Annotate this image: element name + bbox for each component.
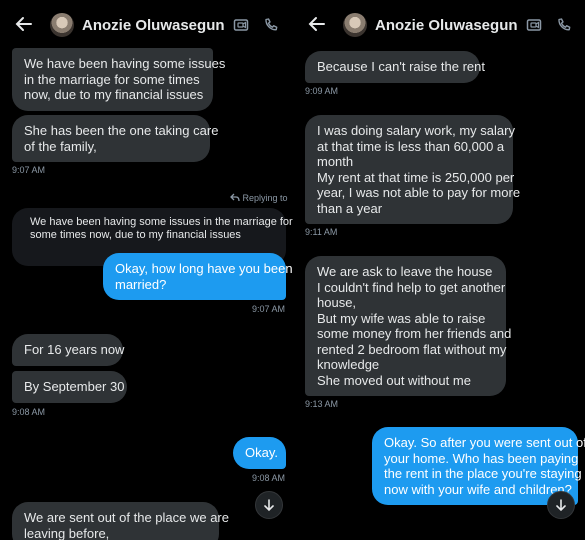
timestamp: 9:08 AM bbox=[12, 407, 46, 417]
message-bubble[interactable]: I was doing salary work, my salary at th… bbox=[305, 115, 521, 224]
message-bubble[interactable]: We have been having some issues in the m… bbox=[12, 48, 226, 111]
timestamp: 9:07 AM bbox=[12, 165, 46, 175]
avatar[interactable] bbox=[50, 13, 74, 37]
message-text: Because I can't raise the rent bbox=[317, 59, 485, 74]
message-bubble[interactable]: Okay. So after you were sent out of your… bbox=[372, 427, 585, 505]
chat-header: Anozie Oluwasegun bbox=[0, 0, 293, 48]
quote-text: some times now, due to my financial issu… bbox=[30, 229, 241, 241]
phone-icon[interactable] bbox=[556, 17, 572, 33]
message-text: Okay. bbox=[245, 445, 278, 460]
message-text: leaving before, bbox=[24, 525, 110, 540]
replying-to-label: Replying to bbox=[230, 193, 288, 203]
video-call-icon[interactable] bbox=[233, 17, 249, 33]
message-bubble[interactable]: For 16 years now bbox=[12, 334, 125, 366]
message-bubble[interactable]: She has been the one taking care of the … bbox=[12, 115, 219, 162]
message-text: Okay, how long have you been bbox=[115, 261, 293, 276]
timestamp: 9:11 AM bbox=[305, 227, 338, 237]
message-text: rented 2 bedroom flat without my bbox=[317, 341, 507, 357]
message-bubble[interactable]: By September 30 bbox=[12, 371, 127, 403]
reply-arrow-icon bbox=[230, 193, 240, 202]
message-text: house, bbox=[317, 295, 357, 310]
message-text: I was doing salary work, my salary bbox=[317, 123, 515, 138]
message-text: in the marriage for some times bbox=[24, 71, 200, 87]
timestamp: 9:08 AM bbox=[252, 473, 286, 483]
message-text: Okay. So after you were sent out of bbox=[384, 435, 585, 450]
chevron-down-icon bbox=[264, 499, 274, 512]
message-text: She has been the one taking care bbox=[24, 123, 219, 138]
message-text: the rent in the place you're staying bbox=[384, 466, 582, 481]
scroll-to-bottom-button[interactable] bbox=[547, 491, 575, 519]
contact-name[interactable]: Anozie Oluwasegun bbox=[82, 17, 225, 34]
message-text: at that time is less than 60,000 a bbox=[317, 138, 505, 154]
timestamp: 9:07 AM bbox=[252, 304, 286, 314]
message-bubble[interactable]: Okay, how long have you been married? bbox=[103, 253, 293, 300]
message-bubble[interactable]: We are sent out of the place we are leav… bbox=[12, 502, 229, 540]
back-arrow-icon[interactable] bbox=[307, 14, 327, 34]
back-arrow-icon[interactable] bbox=[14, 14, 34, 34]
video-call-icon[interactable] bbox=[526, 17, 542, 33]
chevron-down-icon bbox=[556, 499, 566, 512]
message-text: For 16 years now bbox=[24, 342, 125, 357]
message-text: year, I was not able to pay for more bbox=[317, 185, 521, 200]
scroll-to-bottom-button[interactable] bbox=[255, 491, 283, 519]
message-text: My rent at that time is 250,000 per bbox=[317, 169, 515, 185]
timestamp: 9:13 AM bbox=[305, 399, 339, 409]
phone-icon[interactable] bbox=[263, 17, 279, 33]
message-text: We have been having some issues bbox=[24, 56, 226, 71]
message-text: I couldn't find help to get another bbox=[317, 279, 506, 295]
message-text: now, due to my financial issues bbox=[24, 87, 204, 102]
message-bubble[interactable]: We are ask to leave the house I couldn't… bbox=[305, 256, 512, 396]
message-text: knowledge bbox=[317, 357, 380, 372]
message-text: now with your wife and children? bbox=[384, 481, 572, 497]
message-text: She moved out without me bbox=[317, 372, 471, 388]
message-text: We are sent out of the place we are bbox=[24, 510, 229, 525]
message-text: By September 30 bbox=[24, 379, 125, 394]
quote-text: We have been having some issues in the m… bbox=[30, 216, 293, 228]
message-bubble[interactable]: Okay. bbox=[233, 437, 286, 469]
message-text: We are ask to leave the house bbox=[317, 264, 493, 279]
message-text: your home. Who has been paying bbox=[384, 450, 579, 466]
message-bubble[interactable]: Because I can't raise the rent bbox=[305, 51, 485, 83]
timestamp: 9:09 AM bbox=[305, 86, 339, 96]
right-chat-panel: Anozie Oluwasegun Because I can't raise … bbox=[293, 0, 585, 540]
message-text: But my wife was able to raise bbox=[317, 310, 486, 326]
left-chat-panel: Anozie Oluwasegun We have been having so… bbox=[0, 0, 293, 540]
message-text: married? bbox=[115, 276, 167, 292]
reply-label-text: Replying to bbox=[242, 193, 288, 203]
contact-name[interactable]: Anozie Oluwasegun bbox=[375, 17, 518, 34]
message-text: of the family, bbox=[24, 138, 97, 154]
chat-header: Anozie Oluwasegun bbox=[293, 0, 585, 48]
message-text: than a year bbox=[317, 200, 383, 216]
avatar[interactable] bbox=[343, 13, 367, 37]
message-text: some money from her friends and bbox=[317, 326, 512, 341]
message-text: month bbox=[317, 154, 354, 169]
